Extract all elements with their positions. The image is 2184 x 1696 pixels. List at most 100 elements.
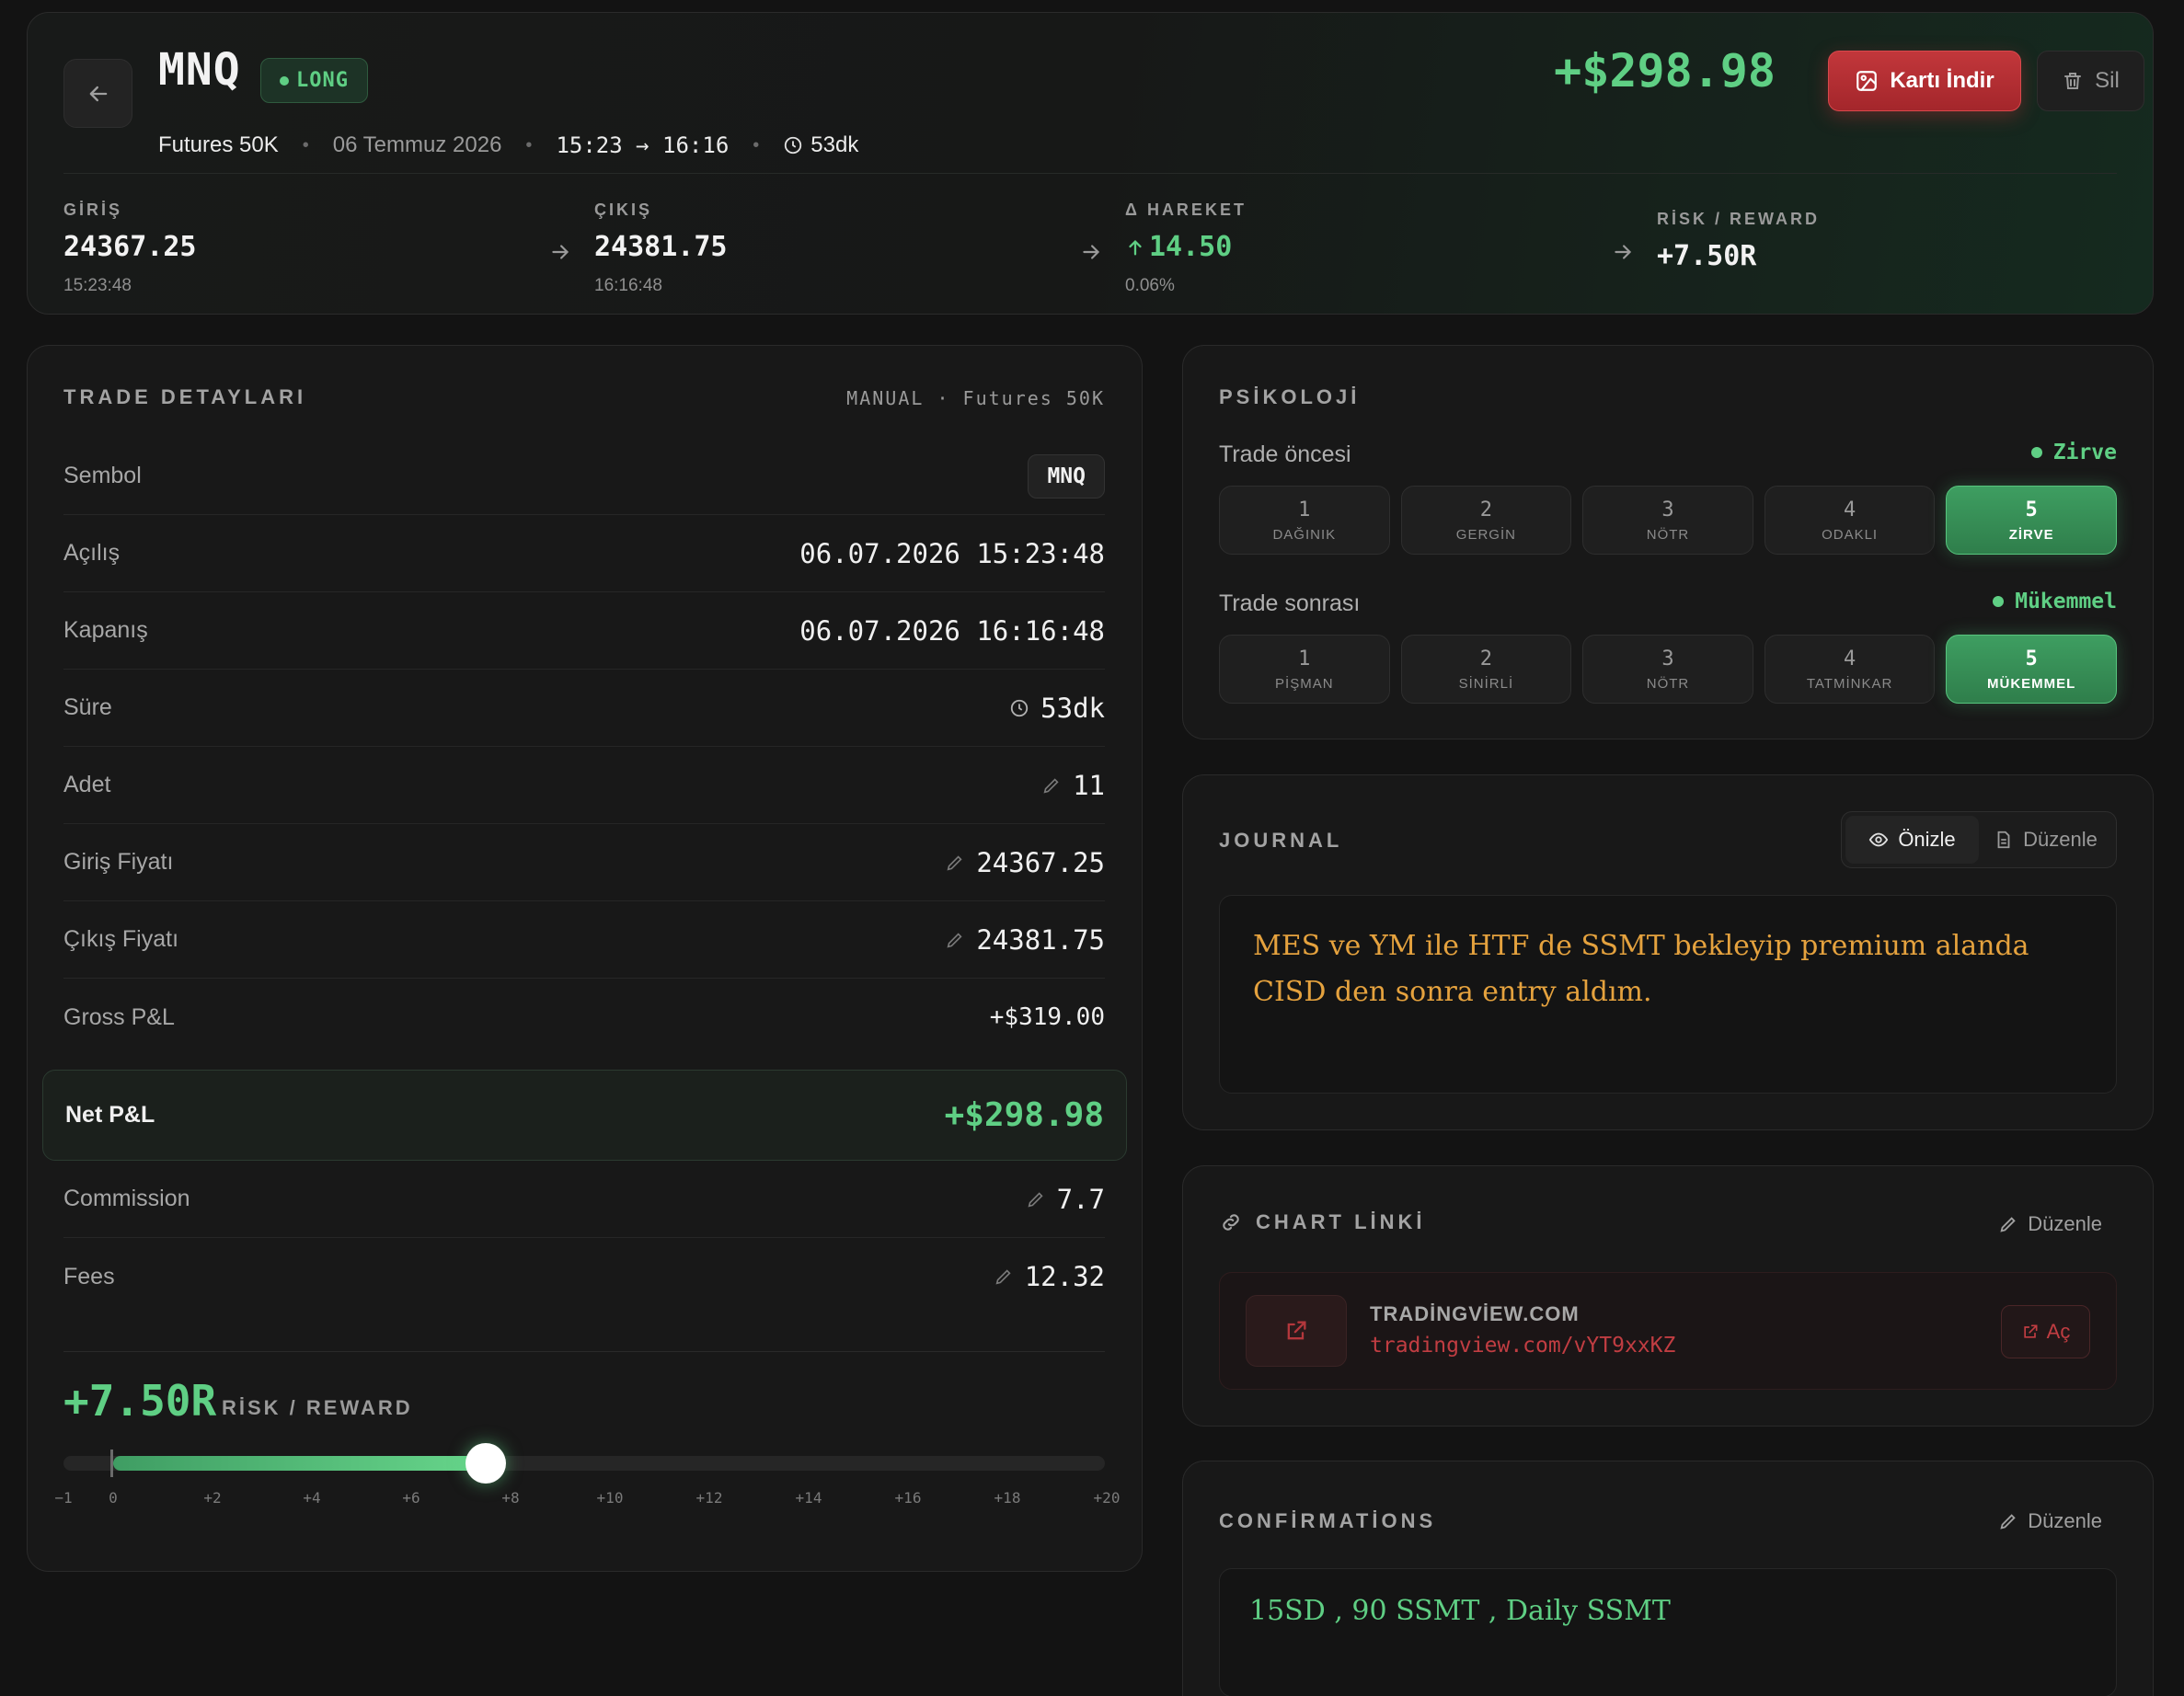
detail-row-symbol: Sembol MNQ bbox=[63, 438, 1105, 515]
panel-title: CONFİRMATİONS bbox=[1219, 1509, 1437, 1532]
trash-icon bbox=[2064, 73, 2082, 89]
arrow-left-icon bbox=[89, 86, 107, 101]
psychology-panel: PSİKOLOJİ Trade öncesi Zirve 1 DAĞINIK 2 G… bbox=[1182, 345, 2154, 739]
after-option-1[interactable]: 1 PİŞMAN bbox=[1219, 635, 1390, 704]
confirmations-panel: CONFİRMATİONS Düzenle 15SD , 90 SSMT , D… bbox=[1182, 1461, 2154, 1696]
option-number: 4 bbox=[1843, 647, 1856, 670]
header-divider bbox=[63, 173, 2117, 174]
after-option-4[interactable]: 4 TATMİNKAR bbox=[1764, 635, 1936, 704]
journal-panel: JOURNAL Önizle Düzenle MES ve YM ile HTF… bbox=[1182, 774, 2154, 1130]
rr-tick-label: +8 bbox=[501, 1489, 520, 1507]
row-label: Commission bbox=[63, 1186, 190, 1211]
rr-tick-label: 0 bbox=[109, 1489, 118, 1507]
option-text: NÖTR bbox=[1646, 675, 1690, 692]
rr-divider bbox=[63, 1351, 1105, 1352]
before-option-1[interactable]: 1 DAĞINIK bbox=[1219, 486, 1390, 555]
confirmations-edit-button[interactable]: Düzenle bbox=[1998, 1509, 2102, 1533]
row-value: +$319.00 bbox=[989, 1003, 1105, 1031]
row-value-wrap: 24381.75 bbox=[945, 924, 1105, 956]
row-label: Sembol bbox=[63, 463, 142, 488]
stat-value: 24367.25 bbox=[63, 231, 197, 263]
download-card-button[interactable]: Kartı İndir bbox=[1828, 51, 2021, 111]
rr-tick-label: +14 bbox=[795, 1489, 822, 1507]
pencil-icon[interactable] bbox=[1026, 1189, 1046, 1209]
row-label: Kapanış bbox=[63, 617, 148, 643]
row-value: 12.32 bbox=[1024, 1261, 1105, 1292]
pencil-icon[interactable] bbox=[1041, 775, 1062, 796]
preview-tab[interactable]: Önizle bbox=[1845, 816, 1979, 864]
open-link-button[interactable]: Aç bbox=[2001, 1305, 2090, 1358]
pencil-icon[interactable] bbox=[945, 930, 965, 950]
preview-tab-label: Önizle bbox=[1898, 828, 1956, 851]
pencil-icon bbox=[2000, 1217, 2016, 1232]
chart-link-edit-button[interactable]: Düzenle bbox=[1998, 1212, 2102, 1236]
clock-icon bbox=[1010, 699, 1029, 716]
trade-symbol: MNQ bbox=[158, 44, 241, 96]
trade-details-panel: TRADE DETAYLARI MANUAL · Futures 50K Sem… bbox=[27, 345, 1143, 1572]
stat-label: Δ HAREKET bbox=[1125, 201, 1247, 219]
stat-value-wrap: 14.50 bbox=[1125, 231, 1247, 263]
before-status-text: Zirve bbox=[2052, 441, 2117, 464]
before-option-4[interactable]: 4 ODAKLI bbox=[1764, 486, 1936, 555]
rr-tick-label: +16 bbox=[894, 1489, 922, 1507]
confirmations-text: 15SD , 90 SSMT , Daily SSMT bbox=[1249, 1595, 1671, 1627]
after-option-5[interactable]: 5 MÜKEMMEL bbox=[1946, 635, 2117, 704]
direction-label: LONG bbox=[296, 69, 349, 92]
before-option-2[interactable]: 2 GERGİN bbox=[1400, 486, 1572, 555]
option-number: 2 bbox=[1479, 647, 1493, 670]
row-label: Süre bbox=[63, 694, 112, 720]
before-option-3[interactable]: 3 NÖTR bbox=[1582, 486, 1753, 555]
detail-row-entry-price[interactable]: Giriş Fiyatı 24367.25 bbox=[63, 824, 1105, 901]
detail-row-commission[interactable]: Commission 7.7 bbox=[63, 1161, 1105, 1238]
stat-sub: 0.06% bbox=[1125, 276, 1175, 295]
option-text: ODAKLI bbox=[1822, 526, 1879, 543]
option-number: 1 bbox=[1298, 647, 1311, 670]
detail-row-gross-pnl: Gross P&L +$319.00 bbox=[63, 979, 1105, 1056]
before-options: 1 DAĞINIK 2 GERGİN 3 NÖTR 4 ODAKLI 5 ZİRVE bbox=[1219, 486, 2117, 555]
before-option-5[interactable]: 5 ZİRVE bbox=[1946, 486, 2117, 555]
delete-label: Sil bbox=[2095, 68, 2120, 93]
chart-link-title: CHART LİNKİ bbox=[1219, 1210, 1426, 1234]
confirmations-content: 15SD , 90 SSMT , Daily SSMT bbox=[1219, 1568, 2117, 1696]
rr-tick-label: +4 bbox=[303, 1489, 321, 1507]
detail-row-exit-price[interactable]: Çıkış Fiyatı 24381.75 bbox=[63, 901, 1105, 979]
arrow-up-icon bbox=[1129, 239, 1142, 255]
stat-sub: 15:23:48 bbox=[63, 276, 132, 295]
after-option-3[interactable]: 3 NÖTR bbox=[1582, 635, 1753, 704]
panel-title: CHART LİNKİ bbox=[1256, 1210, 1426, 1233]
row-value: 7.7 bbox=[1056, 1183, 1105, 1215]
link-url[interactable]: tradingview.com/vYT9xxKZ bbox=[1370, 1334, 1675, 1358]
after-option-2[interactable]: 2 SİNİRLİ bbox=[1400, 635, 1572, 704]
rr-tick-label: +2 bbox=[203, 1489, 222, 1507]
after-options: 1 PİŞMAN 2 SİNİRLİ 3 NÖTR 4 TATMİNKAR 5 MÜKEM… bbox=[1219, 635, 2117, 704]
separator-dot: • bbox=[753, 134, 760, 155]
separator-dot: • bbox=[302, 134, 309, 155]
chart-link-card[interactable]: TRADİNGVİEW.COM tradingview.com/vYT9xxKZ… bbox=[1219, 1272, 2117, 1390]
rr-tick-label: +20 bbox=[1093, 1489, 1121, 1507]
panel-title: JOURNAL bbox=[1219, 829, 1343, 852]
detail-row-qty[interactable]: Adet 11 bbox=[63, 747, 1105, 824]
clock-icon bbox=[785, 136, 802, 155]
pencil-icon[interactable] bbox=[945, 853, 965, 873]
pencil-icon bbox=[2000, 1514, 2016, 1530]
net-pnl-row: Net P&L +$298.98 bbox=[42, 1070, 1127, 1161]
pencil-icon[interactable] bbox=[994, 1266, 1014, 1287]
rr-tick-label: +18 bbox=[994, 1489, 1021, 1507]
link-icon bbox=[1223, 1214, 1239, 1231]
back-button[interactable] bbox=[63, 59, 132, 128]
detail-row-duration: Süre 53dk bbox=[63, 670, 1105, 747]
detail-row-fees[interactable]: Fees 12.32 bbox=[63, 1238, 1105, 1315]
image-download-icon bbox=[1856, 71, 1878, 91]
duration-value: 53dk bbox=[810, 132, 859, 157]
panel-title: TRADE DETAYLARI bbox=[63, 385, 307, 408]
row-value: 53dk bbox=[1040, 692, 1105, 724]
stat-move: Δ HAREKET 14.50 0.06% bbox=[1125, 201, 1247, 296]
rr-slider-fill bbox=[113, 1456, 486, 1471]
trade-subtitle: Futures 50K • 06 Temmuz 2026 • 15:23 → 1… bbox=[158, 132, 858, 158]
rr-slider-thumb[interactable] bbox=[466, 1443, 506, 1484]
delete-button[interactable]: Sil bbox=[2037, 51, 2144, 111]
open-link-label: Aç bbox=[2046, 1320, 2071, 1343]
edit-tab[interactable]: Düzenle bbox=[1979, 816, 2112, 864]
detail-row-open: Açılış 06.07.2026 15:23:48 bbox=[63, 515, 1105, 592]
option-text: GERGİN bbox=[1455, 526, 1516, 543]
